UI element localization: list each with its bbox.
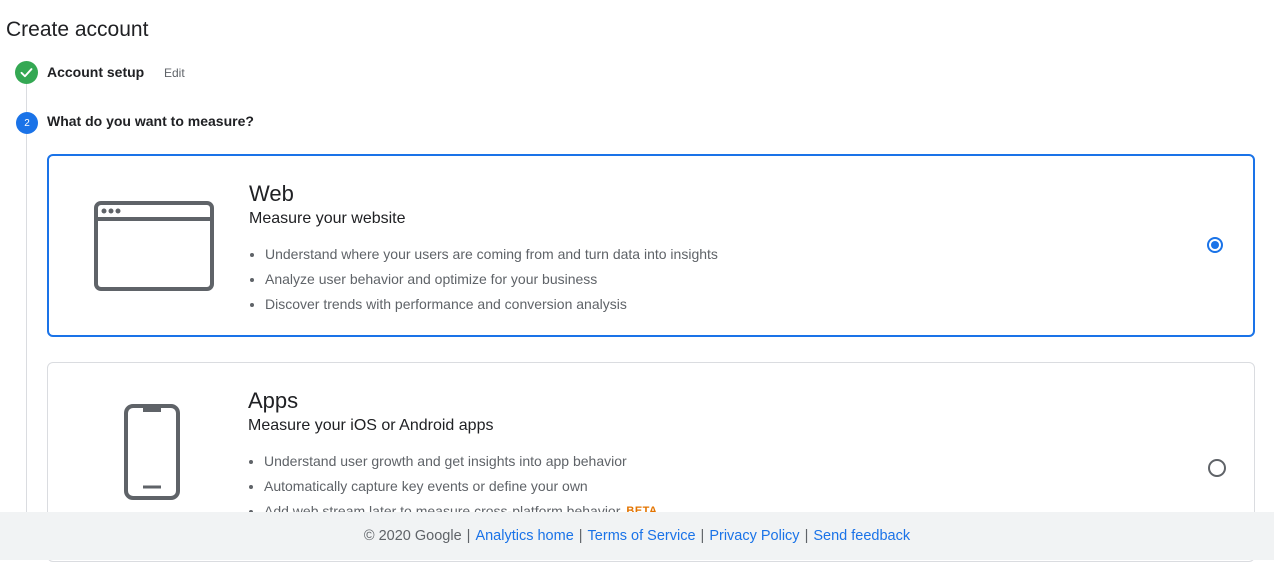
- footer-separator: |: [466, 528, 471, 544]
- step-label-measure: What do you want to measure?: [47, 113, 254, 129]
- apps-option-subtitle: Measure your iOS or Android apps: [248, 417, 494, 434]
- copyright-text: © 2020 Google: [363, 528, 462, 544]
- list-item: Analyze user behavior and optimize for y…: [265, 267, 718, 292]
- footer-separator: |: [578, 528, 583, 544]
- privacy-policy-link[interactable]: Privacy Policy: [709, 528, 799, 544]
- browser-window-icon: [93, 200, 215, 292]
- list-item: Discover trends with performance and con…: [265, 292, 718, 317]
- list-item: Understand where your users are coming f…: [265, 242, 718, 267]
- send-feedback-link[interactable]: Send feedback: [813, 528, 910, 544]
- footer-separator: |: [700, 528, 705, 544]
- list-item: Understand user growth and get insights …: [264, 449, 658, 474]
- footer: © 2020 Google | Analytics home | Terms o…: [0, 512, 1274, 560]
- web-option-subtitle: Measure your website: [249, 210, 406, 227]
- web-radio-button[interactable]: [1207, 237, 1223, 253]
- web-option-card[interactable]: Web Measure your website Understand wher…: [47, 154, 1255, 337]
- apps-radio-button[interactable]: [1208, 459, 1226, 477]
- page-title: Create account: [6, 18, 149, 41]
- edit-account-setup-link[interactable]: Edit: [164, 66, 185, 80]
- mobile-phone-icon: [123, 403, 181, 501]
- web-feature-list: Understand where your users are coming f…: [249, 242, 718, 317]
- step-label-account-setup: Account setup: [47, 64, 145, 80]
- check-icon: [15, 61, 38, 84]
- stepper-line: [26, 84, 27, 514]
- terms-of-service-link[interactable]: Terms of Service: [588, 528, 696, 544]
- step-number-badge: 2: [16, 112, 38, 134]
- footer-separator: |: [804, 528, 809, 544]
- list-item: Automatically capture key events or defi…: [264, 474, 658, 499]
- apps-option-title: Apps: [248, 388, 299, 413]
- analytics-home-link[interactable]: Analytics home: [475, 528, 573, 544]
- web-option-title: Web: [249, 181, 294, 206]
